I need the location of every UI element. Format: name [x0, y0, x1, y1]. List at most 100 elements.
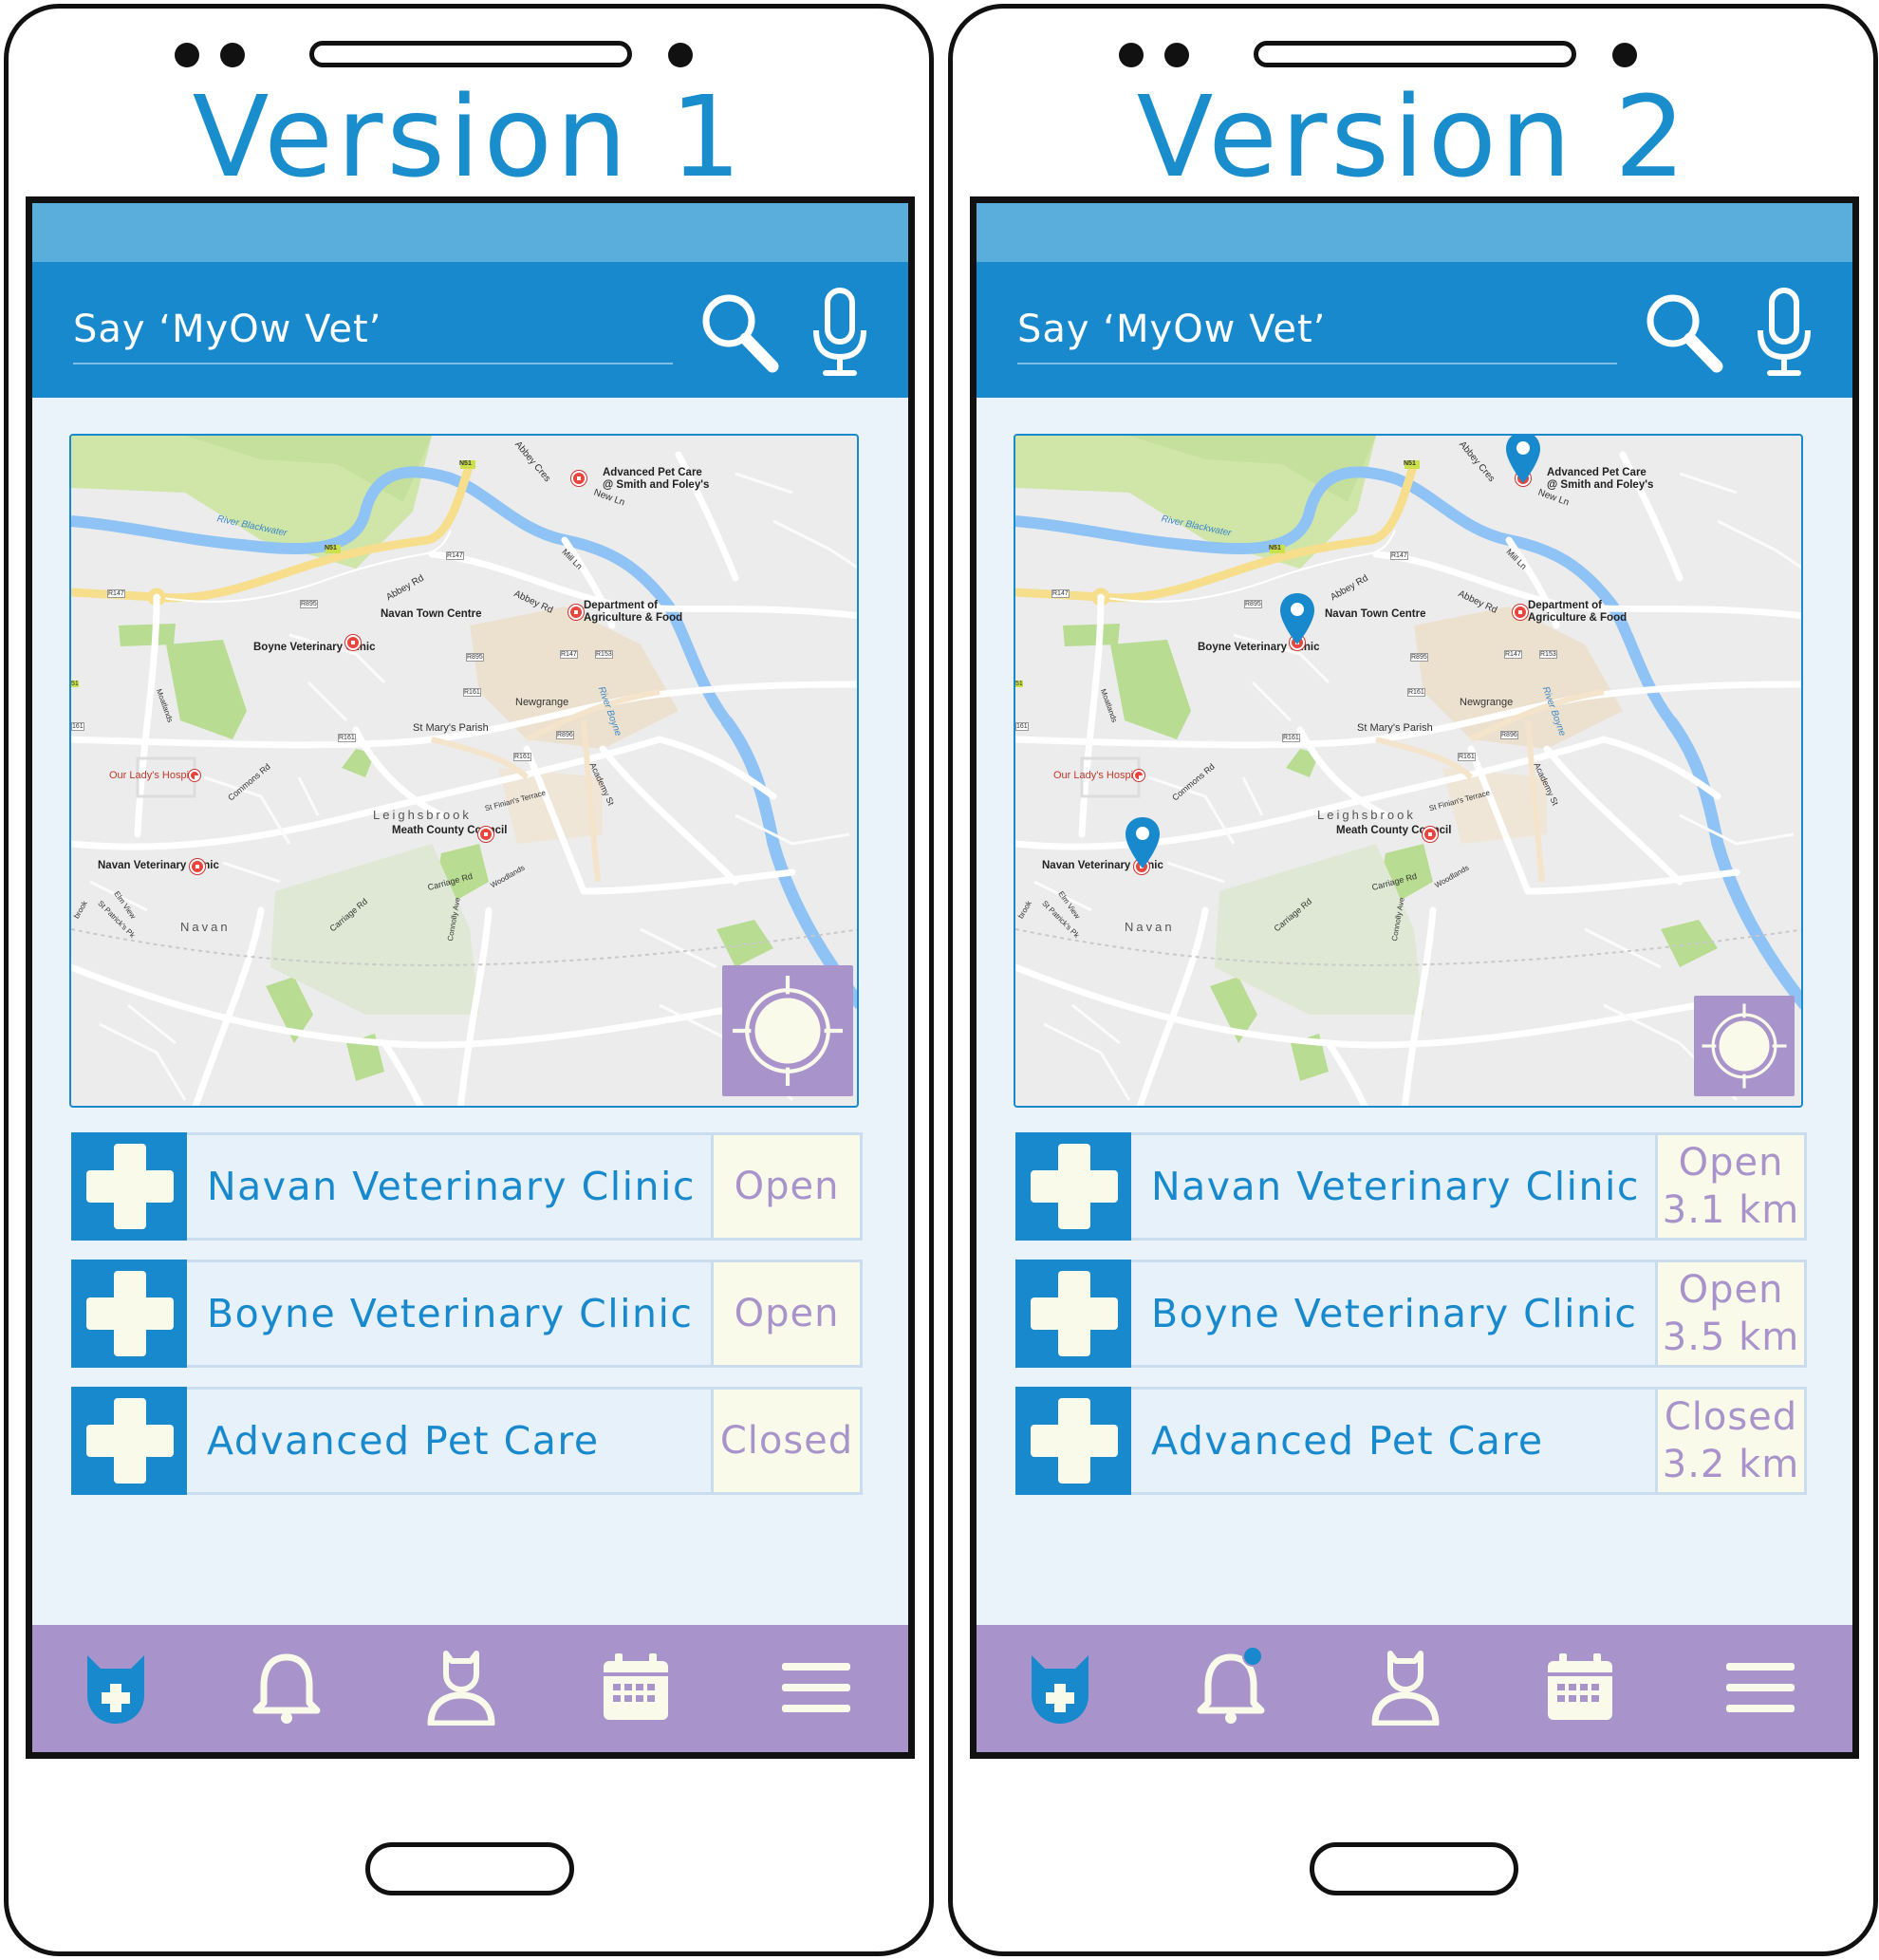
map-label-navan-town-centre: Navan Town Centre: [1325, 608, 1426, 620]
phone-version-1: Version 1 Say ‘MyOw Vet’ Advanced Pet Ca…: [4, 4, 934, 1956]
map-label-r161: R161: [513, 753, 531, 761]
clinic-list-item[interactable]: Boyne Veterinary Clinic Open: [71, 1260, 863, 1368]
calendar-icon[interactable]: [598, 1650, 674, 1726]
map-marker-dept-agriculture: [1513, 605, 1528, 620]
bell-icon[interactable]: [1193, 1646, 1269, 1726]
map-label-our-ladys: Our Lady's Hospital: [109, 770, 200, 781]
clinic-open-status: Open: [734, 1165, 840, 1208]
clinic-open-status: Open: [1678, 1268, 1784, 1312]
clinic-name: Boyne Veterinary Clinic: [207, 1291, 694, 1336]
map-label-r896: R896: [556, 731, 574, 739]
clinic-status-badge: Open: [711, 1260, 863, 1368]
clinic-open-status: Closed: [1664, 1395, 1798, 1439]
map-label-r161: R161: [1282, 734, 1300, 742]
clinic-status-badge: Open 3.1 km: [1655, 1132, 1807, 1241]
map-marker-our-ladys: [189, 770, 200, 781]
clinic-name: Advanced Pet Care: [207, 1418, 600, 1464]
profile-icon[interactable]: [1367, 1650, 1443, 1727]
map-label-r147: R147: [1390, 551, 1408, 560]
menu-icon[interactable]: [1722, 1650, 1798, 1726]
clinic-list-item[interactable]: Navan Veterinary Clinic Open: [71, 1132, 863, 1241]
map-label-n51: N51: [1269, 545, 1281, 551]
map-label-r153: R153: [1539, 650, 1557, 659]
map-label-r895: R895: [1244, 600, 1262, 608]
map-label-navan-town-centre: Navan Town Centre: [381, 608, 482, 620]
clinic-name: Advanced Pet Care: [1151, 1418, 1544, 1464]
locate-me-button[interactable]: [722, 965, 853, 1096]
sensor-dot: [1164, 43, 1189, 67]
vet-cat-icon[interactable]: [1022, 1650, 1098, 1726]
microphone-icon[interactable]: [1753, 287, 1815, 378]
search-icon[interactable]: [697, 289, 780, 374]
map-label-dept-agriculture: Agriculture & Food: [584, 612, 683, 624]
clinic-name: Boyne Veterinary Clinic: [1151, 1291, 1638, 1336]
camera-dot: [1119, 43, 1144, 67]
front-camera: [668, 43, 693, 67]
map-label-newgrange: Newgrange: [515, 697, 569, 708]
map-label-our-ladys: Our Lady's Hospital: [1053, 770, 1144, 781]
microphone-icon[interactable]: [809, 287, 871, 378]
bottom-navigation: [977, 1625, 1852, 1752]
calendar-icon[interactable]: [1542, 1650, 1618, 1726]
map-marker-dept-agriculture: [568, 605, 584, 620]
clinic-map[interactable]: Advanced Pet Care @ Smith and Foley's Ne…: [1014, 434, 1803, 1108]
map-marker-boyne-vet[interactable]: [345, 635, 361, 650]
clinic-name: Navan Veterinary Clinic: [1151, 1164, 1640, 1209]
profile-icon[interactable]: [423, 1650, 499, 1727]
blue-location-pin-icon-boyne-veterinary-clinic[interactable]: [1277, 591, 1317, 646]
sensor-dot: [220, 43, 245, 67]
clinic-list-item[interactable]: Advanced Pet Care Closed 3.2 km: [1015, 1387, 1807, 1495]
app-screen: Say ‘MyOw Vet’ Advanced Pet Care @ Smith…: [26, 196, 915, 1759]
map-label-r161-side: 161: [1015, 722, 1029, 731]
bell-icon[interactable]: [249, 1650, 325, 1726]
phone-version-2: Version 2 Say ‘MyOw Vet’ Advanced Pet Ca…: [948, 4, 1878, 1956]
medical-cross-icon: [71, 1260, 187, 1368]
map-label-n51-side: 51: [1015, 681, 1023, 687]
crosshair-icon: [733, 976, 843, 1086]
voice-search-input[interactable]: Say ‘MyOw Vet’: [73, 300, 673, 364]
clinic-distance: 3.5 km: [1662, 1316, 1800, 1359]
search-bar: Say ‘MyOw Vet’: [32, 262, 908, 398]
clinic-distance: 3.2 km: [1662, 1443, 1800, 1486]
app-screen: Say ‘MyOw Vet’ Advanced Pet Care @ Smith…: [970, 196, 1859, 1759]
clinic-map[interactable]: Advanced Pet Care @ Smith and Foley's Ne…: [69, 434, 859, 1108]
medical-cross-icon: [1015, 1132, 1131, 1241]
map-marker-navan-vet[interactable]: [190, 859, 205, 874]
medical-cross-icon: [1015, 1387, 1131, 1495]
clinic-status-badge: Closed 3.2 km: [1655, 1387, 1807, 1495]
bottom-navigation: [32, 1625, 908, 1752]
map-label-dept-agriculture: Department of: [1528, 600, 1602, 611]
map-label-r895: R895: [300, 600, 318, 608]
clinic-list-item[interactable]: Advanced Pet Care Closed: [71, 1387, 863, 1495]
voice-search-input[interactable]: Say ‘MyOw Vet’: [1017, 300, 1617, 364]
blue-location-pin-icon-navan-veterinary-clinic[interactable]: [1123, 815, 1163, 870]
clinic-list-item[interactable]: Navan Veterinary Clinic Open 3.1 km: [1015, 1132, 1807, 1241]
map-label-r161: R161: [1458, 753, 1476, 761]
map-label-r895: R895: [466, 653, 484, 662]
map-label-r147: R147: [446, 551, 464, 560]
map-label-advanced-pet-care: Advanced Pet Care: [603, 467, 702, 478]
map-label-navan: Navan: [1125, 920, 1175, 934]
home-button[interactable]: [365, 1842, 574, 1895]
map-marker-meath-cc: [478, 827, 493, 842]
map-label-r153: R153: [595, 650, 613, 659]
locate-me-button[interactable]: [1694, 996, 1795, 1096]
menu-icon[interactable]: [778, 1650, 854, 1726]
home-button[interactable]: [1310, 1842, 1518, 1895]
clinic-open-status: Open: [734, 1292, 840, 1335]
medical-cross-icon: [71, 1132, 187, 1241]
blue-location-pin-icon-advanced-pet-care[interactable]: [1503, 436, 1543, 485]
map-label-r147: R147: [1504, 650, 1522, 659]
map-label-navan: Navan: [180, 920, 231, 934]
map-label-dept-agriculture: Department of: [584, 600, 658, 611]
vet-cat-icon[interactable]: [78, 1650, 154, 1726]
map-label-n51: N51: [325, 545, 337, 551]
search-bar: Say ‘MyOw Vet’: [977, 262, 1852, 398]
map-label-r161-side: 161: [71, 722, 84, 731]
clinic-name: Navan Veterinary Clinic: [207, 1164, 696, 1209]
map-label-r147: R147: [560, 650, 578, 659]
map-marker-advanced-pet-care[interactable]: [571, 471, 586, 486]
clinic-list-item[interactable]: Boyne Veterinary Clinic Open 3.5 km: [1015, 1260, 1807, 1368]
search-icon[interactable]: [1641, 289, 1724, 374]
map-label-r147: R147: [1051, 589, 1070, 598]
